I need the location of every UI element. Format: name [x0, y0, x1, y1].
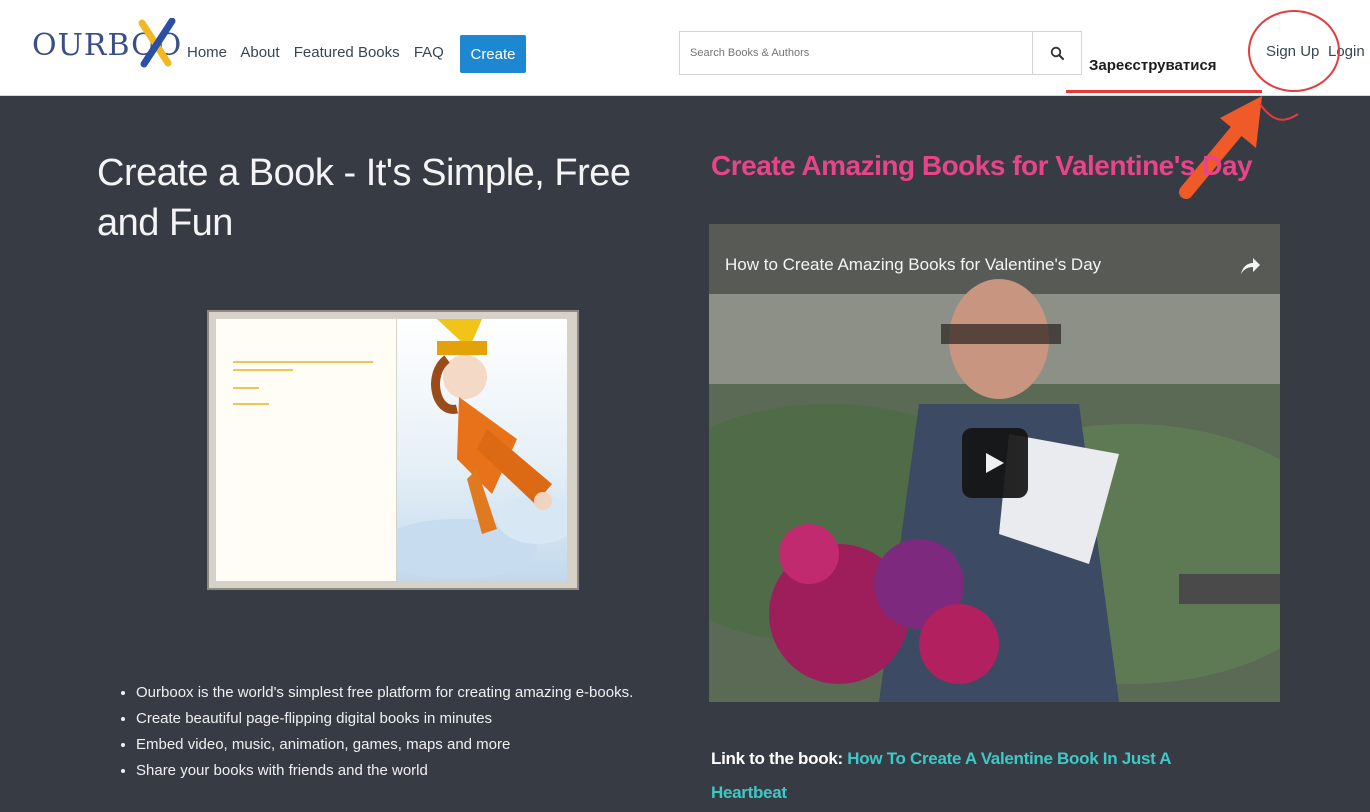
create-button[interactable]: Create: [460, 35, 526, 73]
logo-x-icon: [138, 18, 176, 68]
video-player[interactable]: How to Create Amazing Books for Valentin…: [709, 224, 1280, 702]
book-link-line: Link to the book: How To Create A Valent…: [711, 742, 1231, 810]
annotation-label: Зареєструватися: [1089, 57, 1217, 74]
list-item: Create beautiful page-flipping digital b…: [136, 706, 736, 732]
video-title: How to Create Amazing Books for Valentin…: [725, 255, 1102, 274]
book-right-page-illustration: [397, 319, 567, 581]
play-button[interactable]: [962, 428, 1028, 498]
hero-title: Create a Book - It's Simple, Free and Fu…: [97, 152, 631, 244]
header-bar: OURBOO Home About Featured Books FAQ Cre…: [0, 0, 1370, 96]
feature-list: Ourboox is the world's simplest free pla…: [118, 680, 736, 784]
search-input[interactable]: [679, 31, 1032, 75]
search-icon: [1050, 46, 1064, 60]
book-left-page: [216, 319, 396, 581]
list-item: Share your books with friends and the wo…: [136, 758, 736, 784]
nav-home[interactable]: Home: [187, 44, 227, 61]
list-item: Ourboox is the world's simplest free pla…: [136, 680, 736, 706]
nav-about[interactable]: About: [240, 44, 279, 61]
nav-faq[interactable]: FAQ: [414, 44, 444, 61]
nav-featured-books[interactable]: Featured Books: [294, 44, 400, 61]
share-icon[interactable]: [1239, 256, 1261, 276]
list-item: Embed video, music, animation, games, ma…: [136, 732, 736, 758]
main-nav: Home About Featured Books FAQ: [187, 44, 454, 61]
valentine-heading: Create Amazing Books for Valentine's Day: [711, 150, 1253, 181]
play-icon: [986, 453, 1004, 473]
search-button[interactable]: [1032, 31, 1082, 75]
book-preview-image[interactable]: [207, 310, 579, 590]
annotation-arrow-icon: [1179, 96, 1299, 199]
link-label: Link to the book:: [711, 749, 843, 768]
ourboox-logo[interactable]: OURBOO: [32, 18, 182, 72]
annotation-circle: [1248, 10, 1340, 92]
